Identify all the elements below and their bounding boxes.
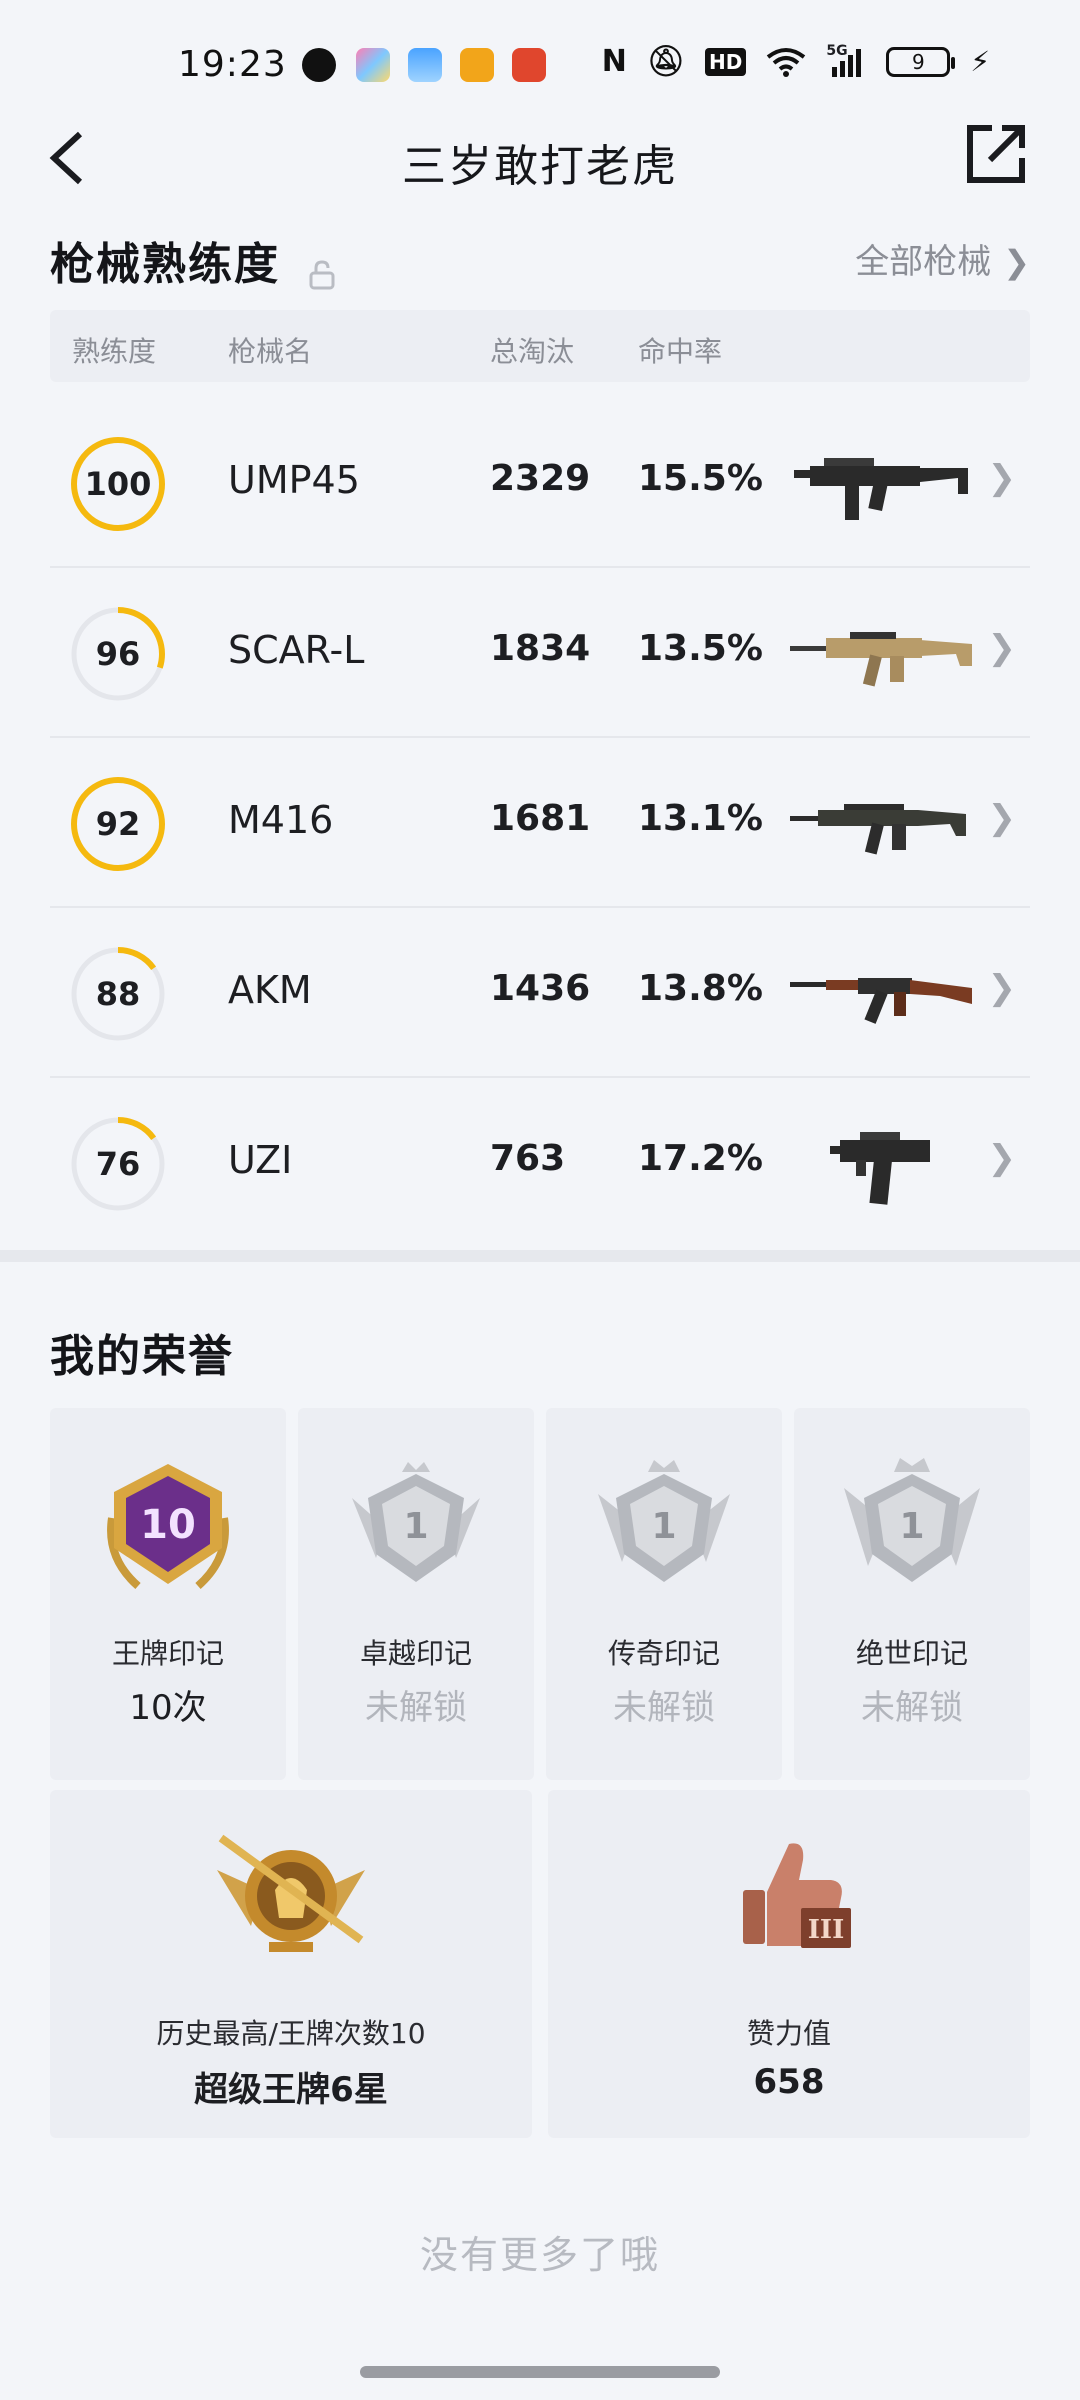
honor-value: 未解锁 [613,1688,715,1728]
mastery-title: 枪械熟练度 [50,239,280,290]
chevron-right-icon: ❯ [987,628,1017,668]
mute-bell-icon: 🔕︎ [646,44,685,79]
weapon-name: SCAR-L [228,628,365,672]
weapon-row[interactable]: 88 AKM 1436 13.8% ❯ [50,908,1030,1078]
section-divider [0,1250,1080,1262]
app-notification-icon [460,48,494,82]
rifle-scar-icon [790,632,972,687]
mastery-level: 92 [95,805,141,843]
app-notification-icon [356,48,390,82]
chevron-right-icon: ❯ [1003,243,1030,281]
honor-label: 卓越印记 [359,1637,472,1670]
excellence-mark-badge-icon: 1 [352,1462,480,1582]
battery-icon: 9 [886,46,956,77]
likes-value: 658 [753,2062,825,2102]
legend-mark-badge-icon: 1 [598,1460,730,1582]
weapon-hit-rate: 15.5% [638,458,763,499]
chevron-right-icon: ❯ [987,968,1017,1008]
mastery-level: 88 [95,975,141,1013]
weapon-kills: 1436 [490,968,591,1009]
mastery-level: 100 [84,465,152,503]
charging-icon: ⚡︎ [970,45,990,78]
thumbs-up-icon: III [743,1843,851,1948]
weapon-hit-rate: 13.1% [638,798,763,839]
honors-title: 我的荣誉 [50,1331,234,1382]
weapon-kills: 1834 [490,628,591,669]
honor-label: 绝世印记 [855,1637,968,1670]
mastery-table-header: 熟练度 枪械名 总淘汰 命中率 [50,310,1030,382]
super-ace-rank-icon [217,1834,365,1952]
honor-label: 传奇印记 [607,1637,720,1670]
wifi-icon [767,47,806,77]
ace-mark-badge-icon: 10 [107,1464,229,1590]
top-nav: 三岁敢打老虎 [0,120,1080,192]
honor-value: 未解锁 [365,1688,467,1728]
mastery-level: 96 [95,635,141,673]
weapon-name: AKM [228,968,312,1012]
weapon-hit-rate: 13.8% [638,968,763,1009]
col-weapon-name: 枪械名 [228,335,313,368]
weapon-hit-rate: 17.2% [638,1138,763,1179]
likes-label: 赞力值 [746,2017,831,2050]
weapon-row[interactable]: 92 M416 1681 13.1% ❯ [50,738,1030,908]
honor-card-likes[interactable]: III 赞力值 658 [548,1790,1030,2138]
highest-rank-value: 超级王牌6星 [194,2070,388,2110]
weapon-row[interactable]: 96 SCAR-L 1834 13.5% ❯ [50,568,1030,738]
weapon-name: UZI [228,1138,293,1182]
rifle-m416-icon [790,804,966,855]
chevron-right-icon: ❯ [987,458,1017,498]
chevron-right-icon: ❯ [987,1138,1017,1178]
end-of-list-text: 没有更多了哦 [419,2233,660,2277]
network-type: 5G [826,42,848,59]
weapon-name: M416 [228,798,334,842]
honor-value: 未解锁 [861,1688,963,1728]
col-hit-rate: 命中率 [638,335,723,368]
game-notification-icon [512,48,546,82]
legend-badge-number: 1 [651,1506,676,1547]
signal-icon: 5G [826,43,866,77]
gallery-notification-icon [408,48,442,82]
hd-icon: HD [704,47,747,76]
honor-card-peerless[interactable]: 1 绝世印记 未解锁 [794,1408,1030,1780]
nfc-icon: N [601,44,627,79]
weapon-kills: 2329 [490,458,591,499]
smg-ump45-icon [794,458,968,520]
honor-card-excellence[interactable]: 1 卓越印记 未解锁 [298,1408,534,1780]
honor-value: 10次 [129,1688,207,1728]
col-mastery: 熟练度 [72,335,157,368]
weapon-row[interactable]: 100 UMP45 2329 15.5% ❯ [50,398,1030,568]
col-kills: 总淘汰 [490,335,575,368]
weapon-row[interactable]: 76 UZI 763 17.2% ❯ [50,1078,1030,1248]
all-weapons-link[interactable]: 全部枪械 ❯ [855,234,1030,283]
peerless-mark-badge-icon: 1 [844,1458,980,1582]
mastery-section-header: 枪械熟练度 全部枪械 ❯ [50,228,1030,292]
share-icon[interactable] [964,122,1028,186]
smg-uzi-icon [830,1132,930,1205]
likes-tier-numeral: III [808,1915,845,1945]
excellence-badge-number: 1 [403,1506,428,1547]
honor-label: 王牌印记 [111,1637,224,1670]
status-bar: 19:23 N 🔕︎ HD 5G 9 ⚡︎ [0,0,1080,136]
honor-card-legend[interactable]: 1 传奇印记 未解锁 [546,1408,782,1780]
mastery-level: 76 [95,1145,141,1183]
unlock-icon[interactable] [309,259,335,290]
page-title: 三岁敢打老虎 [402,141,678,192]
rifle-akm-icon [790,978,972,1024]
chevron-right-icon: ❯ [987,798,1017,838]
weapon-kills: 763 [490,1138,566,1179]
app-notification-icon [302,48,336,82]
status-time: 19:23 [178,44,287,85]
status-icons: N 🔕︎ HD 5G 9 ⚡︎ [601,43,990,80]
home-indicator[interactable] [360,2366,720,2378]
weapon-name: UMP45 [228,458,360,502]
honor-card-ace[interactable]: 10 王牌印记 10次 [50,1408,286,1780]
peerless-badge-number: 1 [899,1506,924,1547]
honor-card-highest-rank[interactable]: 历史最高/王牌次数10 超级王牌6星 [50,1790,532,2138]
all-weapons-label: 全部枪械 [855,242,992,282]
weapon-kills: 1681 [490,798,591,839]
highest-rank-label: 历史最高/王牌次数10 [156,2017,426,2050]
ace-badge-number: 10 [140,1502,196,1548]
weapon-hit-rate: 13.5% [638,628,763,669]
